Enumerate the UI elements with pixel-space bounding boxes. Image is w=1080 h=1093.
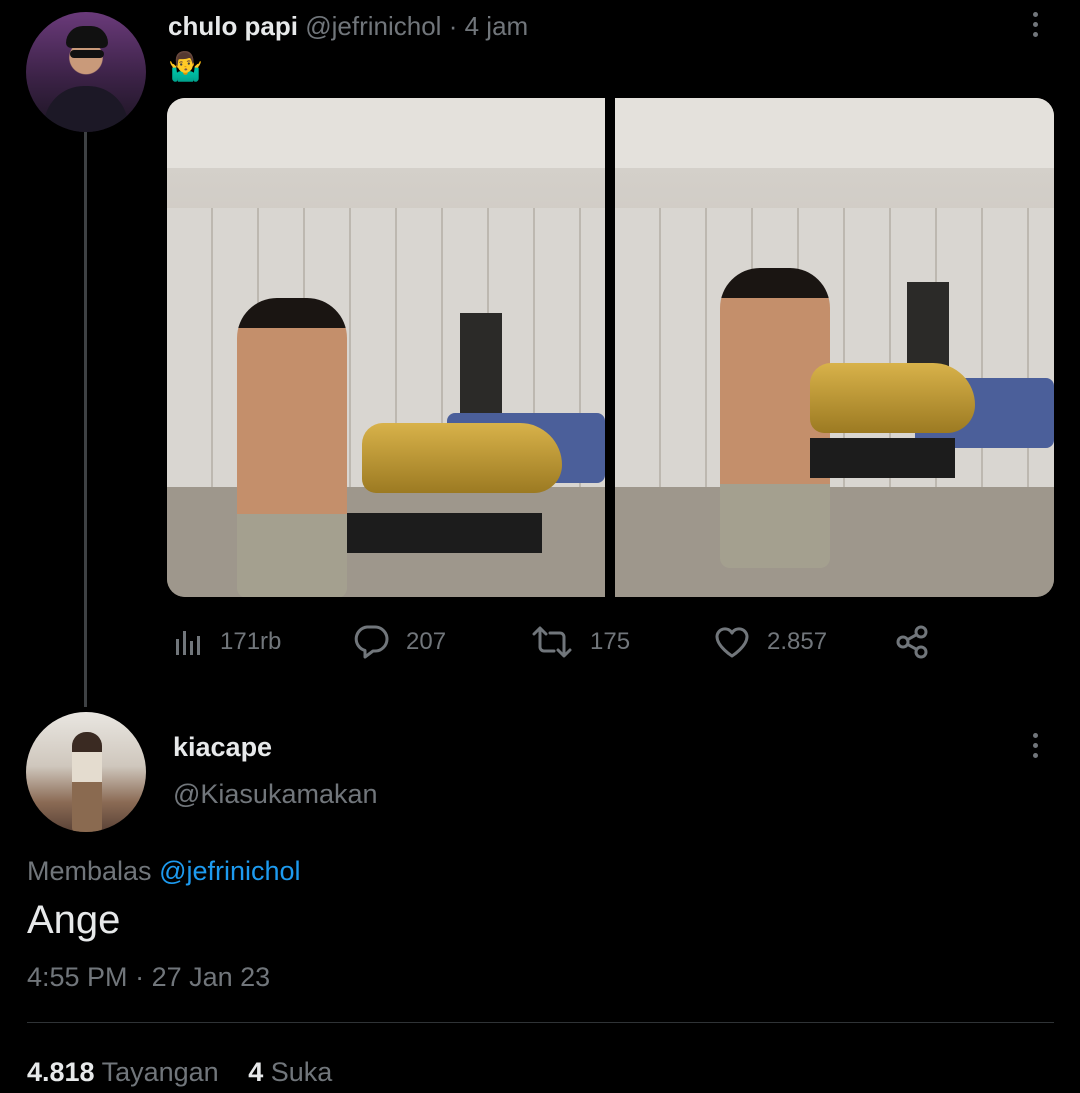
tweet-time[interactable]: 4 jam — [465, 11, 529, 41]
replying-prefix: Membalas — [27, 856, 152, 886]
reply-button[interactable]: 207 — [352, 620, 446, 664]
tweet-header: chulo papi @jefrinichol · 4 jam — [168, 10, 528, 42]
tweet-handle[interactable]: @jefrinichol — [305, 11, 441, 41]
tweet-display-name[interactable]: chulo papi — [168, 11, 298, 41]
divider — [27, 1022, 1054, 1023]
tweet-action-bar: 171rb 207 175 2.857 — [0, 620, 1080, 664]
replying-to-link[interactable]: @jefrinichol — [159, 856, 300, 886]
more-vertical-icon[interactable] — [1033, 733, 1039, 761]
photo-scene — [615, 98, 1054, 597]
share-icon — [896, 625, 928, 659]
reply-views-count[interactable]: 4.818 — [27, 1057, 95, 1087]
like-count: 2.857 — [767, 628, 828, 655]
replying-to-line: Membalas @jefrinichol — [27, 854, 301, 888]
avatar-shirt — [44, 86, 128, 132]
reply-likes-label[interactable]: Suka — [271, 1057, 333, 1087]
avatar-hair — [66, 26, 108, 48]
photo-scene — [167, 98, 605, 597]
reply-stats: 4.818 Tayangan 4 Suka — [27, 1055, 354, 1089]
heart-icon — [715, 627, 749, 658]
reply-bubble-icon — [354, 625, 389, 659]
avatar-chulo-papi[interactable] — [26, 12, 146, 132]
avatar-figure — [72, 732, 102, 832]
reply-date: 27 Jan 23 — [151, 962, 271, 992]
tweet-photo-1[interactable] — [167, 98, 605, 597]
tweet-separator: · — [448, 11, 458, 41]
retweet-button[interactable]: 175 — [530, 620, 630, 664]
share-button[interactable] — [894, 620, 930, 664]
reply-views-label[interactable]: Tayangan — [102, 1057, 219, 1087]
views-button[interactable]: 171rb — [174, 620, 281, 664]
reply-count: 207 — [406, 628, 447, 655]
reply-text: Ange — [27, 898, 121, 942]
reply-handle[interactable]: @Kiasukamakan — [173, 777, 378, 811]
reply-display-name[interactable]: kiacape — [173, 730, 272, 764]
more-vertical-icon[interactable] — [1033, 12, 1039, 40]
avatar-sunglasses — [70, 50, 104, 58]
reply-timestamp[interactable]: 4:55 PM · 27 Jan 23 — [27, 960, 270, 994]
reply-time: 4:55 PM — [27, 962, 128, 992]
views-chart-icon — [176, 631, 200, 655]
views-count: 171rb — [220, 628, 282, 655]
reply-separator: · — [135, 962, 145, 992]
retweet-count: 175 — [590, 628, 631, 655]
tweet-emoji: 🤷‍♂️ — [168, 51, 203, 82]
like-button[interactable]: 2.857 — [713, 620, 827, 664]
tweet-photo-2[interactable] — [615, 98, 1054, 597]
retweet-icon — [532, 626, 572, 658]
avatar-kiacape[interactable] — [26, 712, 146, 832]
reply-likes-count[interactable]: 4 — [248, 1057, 263, 1087]
